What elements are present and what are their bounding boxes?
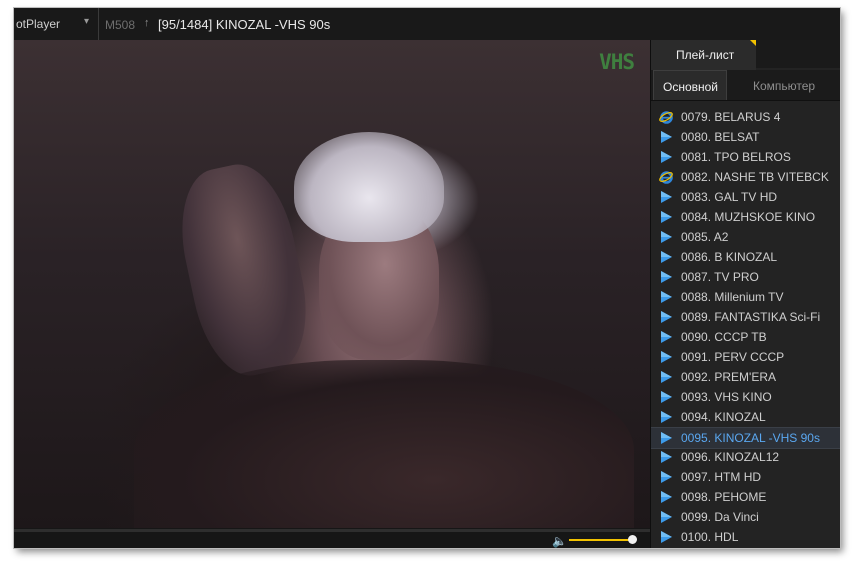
playlist-item-label: 0095. KINOZAL -VHS 90s	[681, 431, 820, 445]
play-icon	[661, 471, 672, 483]
playlist-item-label: 0086. B KINOZAL	[681, 250, 778, 264]
playlist-item[interactable]: 0086. B KINOZAL	[651, 247, 840, 267]
playlist-item[interactable]: 0092. PREM'ERA	[651, 367, 840, 387]
play-icon	[661, 411, 672, 423]
video-frame-hair	[294, 132, 444, 242]
play-icon	[661, 391, 672, 403]
playlist-item-label: 0090. CCCP TB	[681, 330, 767, 344]
play-icon	[661, 131, 672, 143]
subtab-main-label: Основной	[663, 80, 719, 94]
tab-playlist-label: Плей-лист	[676, 48, 735, 62]
play-icon	[661, 271, 672, 283]
channel-watermark: VHS	[599, 50, 635, 74]
panel-tab-bar: Плей-лист	[651, 40, 840, 70]
playlist-subtabs: Основной Компьютер	[651, 70, 840, 101]
play-icon	[661, 331, 672, 343]
playlist-item[interactable]: 0079. BELARUS 4	[651, 107, 840, 127]
play-icon	[661, 351, 672, 363]
playlist-item[interactable]: 0083. GAL TV HD	[651, 187, 840, 207]
play-icon	[661, 231, 672, 243]
playlist-item-label: 0084. MUZHSKOE KINO	[681, 210, 816, 224]
playlist-item-label: 0099. Da Vinci	[681, 510, 759, 524]
play-icon	[661, 191, 672, 203]
play-icon	[661, 211, 672, 223]
play-icon	[661, 432, 672, 444]
play-icon	[661, 531, 672, 543]
playlist-item[interactable]: 0100. HDL	[651, 527, 840, 547]
video-viewport[interactable]: VHS	[14, 40, 650, 548]
play-icon	[661, 251, 672, 263]
playlist-item-label: 0089. FANTASTIKA Sci-Fi	[681, 310, 821, 324]
play-icon	[661, 511, 672, 523]
internet-explorer-icon	[659, 171, 673, 184]
playlist-item-label: 0079. BELARUS 4	[681, 110, 781, 124]
playlist-item-label: 0081. TPO BELROS	[681, 150, 791, 164]
playlist-item-label: 0096. KINOZAL12	[681, 450, 780, 464]
playlist-item-label: 0087. TV PRO	[681, 270, 759, 284]
playlist-item[interactable]: 0089. FANTASTIKA Sci-Fi	[651, 307, 840, 327]
title-bar: otPlayer ▾ M508 ↑ [95/1484] KINOZAL -VHS…	[14, 8, 840, 40]
playlist-item-active[interactable]: 0095. KINOZAL -VHS 90s	[651, 427, 840, 449]
playlist-item-label: 0082. NASHE TB VITEBCK	[681, 170, 829, 184]
playlist-item-label: 0097. HTM HD	[681, 470, 762, 484]
play-icon	[661, 451, 672, 463]
volume-slider[interactable]	[569, 539, 633, 541]
app-name[interactable]: otPlayer	[16, 17, 60, 31]
volume-knob[interactable]	[628, 535, 637, 544]
playlist-item[interactable]: 0094. KINOZAL	[651, 407, 840, 427]
play-icon	[661, 371, 672, 383]
playlist-panel: Плей-лист Основной Компьютер 0079. BELAR…	[650, 40, 840, 548]
internet-explorer-icon	[659, 111, 673, 124]
playlist-item-label: 0098. PEHOME	[681, 490, 767, 504]
playlist-item[interactable]: 0096. KINOZAL12	[651, 447, 840, 467]
video-frame-body	[134, 360, 634, 548]
playlist-item-label: 0092. PREM'ERA	[681, 370, 776, 384]
playlist-item[interactable]: 0091. PERV CCCP	[651, 347, 840, 367]
playlist-item-label: 0100. HDL	[681, 530, 739, 544]
playlist-item[interactable]: 0082. NASHE TB VITEBCK	[651, 167, 840, 187]
play-icon	[661, 291, 672, 303]
playlist-item[interactable]: 0085. A2	[651, 227, 840, 247]
playlist-item-label: 0094. KINOZAL	[681, 410, 766, 424]
player-window: otPlayer ▾ M508 ↑ [95/1484] KINOZAL -VHS…	[14, 8, 840, 548]
playlist-item[interactable]: 0097. HTM HD	[651, 467, 840, 487]
play-icon	[661, 491, 672, 503]
playlist-item[interactable]: 0093. VHS KINO	[651, 387, 840, 407]
playlist-item[interactable]: 0084. MUZHSKOE KINO	[651, 207, 840, 227]
control-bar: 🔈	[14, 528, 650, 548]
playlist-item-label: 0091. PERV CCCP	[681, 350, 785, 364]
playlist-item-label: 0080. BELSAT	[681, 130, 760, 144]
playlist-item-label: 0088. Millenium TV	[681, 290, 784, 304]
speaker-icon[interactable]: 🔈	[552, 534, 567, 548]
playlist-item[interactable]: 0087. TV PRO	[651, 267, 840, 287]
tab-playlist[interactable]: Плей-лист	[651, 40, 756, 70]
subtab-computer-label: Компьютер	[753, 79, 816, 93]
volume-level	[569, 539, 633, 541]
pin-icon[interactable]: ↑	[144, 17, 150, 29]
playlist-item[interactable]: 0088. Millenium TV	[651, 287, 840, 307]
playlist-item-label: 0083. GAL TV HD	[681, 190, 778, 204]
playlist-list: 0079. BELARUS 4 0080. BELSAT 0081. TPO BEL…	[651, 107, 840, 548]
play-icon	[661, 151, 672, 163]
playlist-item[interactable]: 0081. TPO BELROS	[651, 147, 840, 167]
playlist-item[interactable]: 0090. CCCP TB	[651, 327, 840, 347]
playlist-item[interactable]: 0080. BELSAT	[651, 127, 840, 147]
chevron-down-icon[interactable]: ▾	[84, 16, 89, 27]
subtab-main[interactable]: Основной	[653, 70, 727, 100]
playlist-item-label: 0085. A2	[681, 230, 729, 244]
seek-bar[interactable]	[14, 529, 650, 532]
tab-inactive-label: M508	[105, 18, 136, 32]
playlist-item[interactable]: 0098. PEHOME	[651, 487, 840, 507]
window-title: [95/1484] KINOZAL -VHS 90s	[158, 17, 331, 32]
play-icon	[661, 311, 672, 323]
playlist-item-label: 0093. VHS KINO	[681, 390, 772, 404]
playlist-item[interactable]: 0099. Da Vinci	[651, 507, 840, 527]
